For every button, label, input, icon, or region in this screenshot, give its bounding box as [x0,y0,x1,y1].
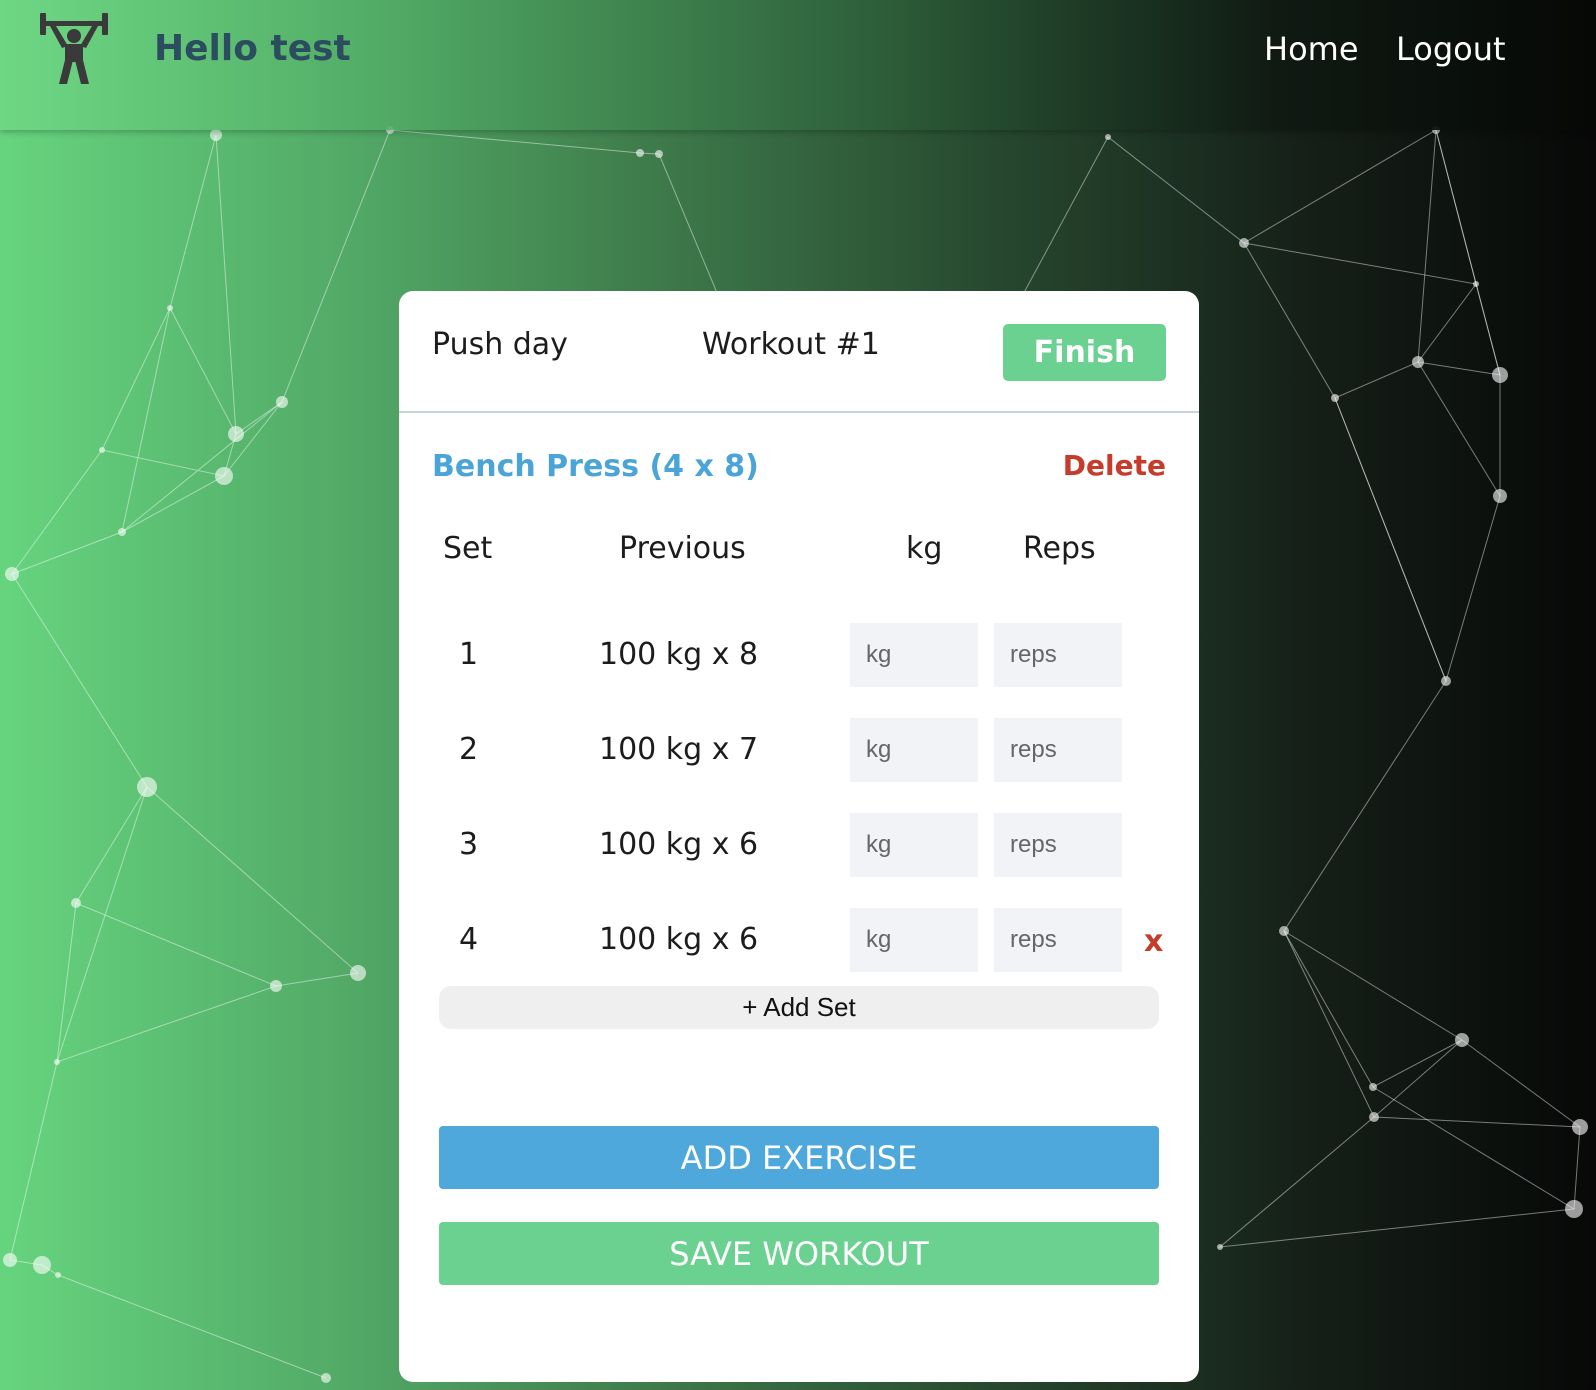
workout-name: Push day [432,327,568,362]
remove-set-button[interactable]: x [1144,924,1163,959]
nav-link-logout[interactable]: Logout [1396,30,1506,68]
navbar: Hello test Home Logout [0,0,1596,130]
add-exercise-button[interactable]: ADD EXERCISE [439,1126,1159,1189]
add-set-button[interactable]: + Add Set [439,986,1159,1029]
previous-value: 100 kg x 7 [599,732,759,767]
set-number: 4 [459,922,479,957]
set-row: 4 100 kg x 6 x [399,908,1199,972]
previous-value: 100 kg x 8 [599,637,759,672]
kg-input[interactable] [850,718,978,782]
save-workout-button[interactable]: SAVE WORKOUT [439,1222,1159,1285]
nav-link-home[interactable]: Home [1264,30,1359,68]
greeting-text: Hello test [154,28,351,69]
kg-input[interactable] [850,623,978,687]
set-number: 2 [459,732,479,767]
previous-value: 100 kg x 6 [599,922,759,957]
reps-input[interactable] [994,718,1122,782]
reps-input[interactable] [994,908,1122,972]
column-header-kg: kg [906,531,943,566]
set-row: 2 100 kg x 7 [399,718,1199,782]
kg-input[interactable] [850,908,978,972]
reps-input[interactable] [994,813,1122,877]
delete-exercise-button[interactable]: Delete [1063,449,1166,482]
set-number: 1 [459,637,479,672]
set-row: 1 100 kg x 8 [399,623,1199,687]
set-row: 3 100 kg x 6 [399,813,1199,877]
workout-number: Workout #1 [702,327,880,362]
column-header-reps: Reps [1023,531,1096,566]
exercise-title[interactable]: Bench Press (4 x 8) [432,449,759,484]
reps-input[interactable] [994,623,1122,687]
weightlifter-icon[interactable] [38,12,110,86]
set-number: 3 [459,827,479,862]
workout-card: Push day Workout #1 Finish Bench Press (… [399,291,1199,1382]
workout-header: Push day Workout #1 Finish [399,291,1199,413]
previous-value: 100 kg x 6 [599,827,759,862]
column-header-previous: Previous [619,531,746,566]
kg-input[interactable] [850,813,978,877]
column-header-set: Set [443,531,493,566]
finish-button[interactable]: Finish [1003,324,1166,381]
